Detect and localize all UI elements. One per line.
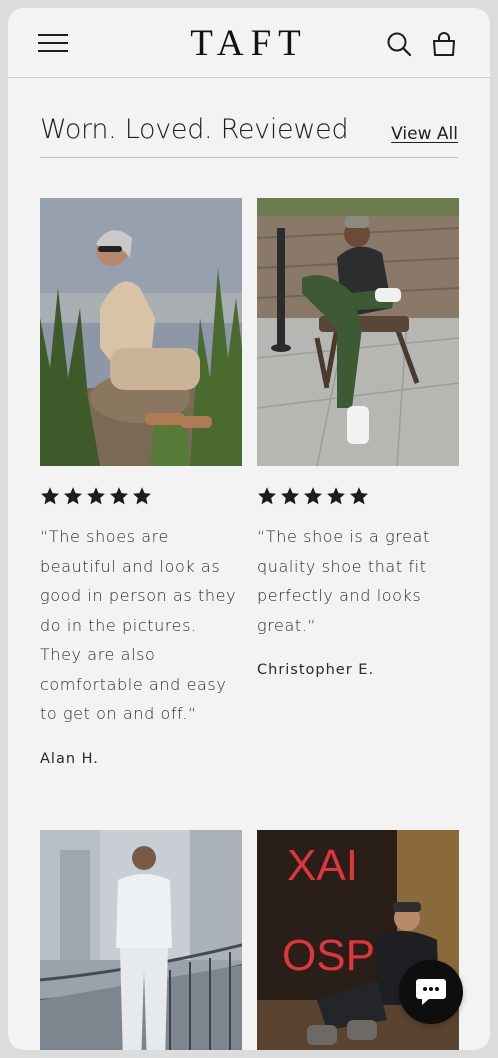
review-photo[interactable] bbox=[40, 198, 242, 466]
review-photo[interactable] bbox=[257, 198, 459, 466]
shopping-bag-icon[interactable] bbox=[430, 30, 458, 58]
review-card: “The shoes are beautiful and look as goo… bbox=[40, 198, 242, 767]
review-quote: “The shoes are beautiful and look as goo… bbox=[40, 527, 237, 723]
svg-text:XAI: XAI bbox=[287, 841, 358, 890]
search-icon[interactable] bbox=[385, 30, 413, 58]
reviews-section-header: Worn. Loved. Reviewed View All bbox=[40, 112, 458, 158]
review-card bbox=[40, 830, 242, 1050]
star-rating bbox=[257, 486, 459, 506]
site-header: TAFT bbox=[8, 8, 490, 78]
section-title: Worn. Loved. Reviewed bbox=[40, 114, 349, 145]
review-author: Christopher E. bbox=[257, 662, 375, 678]
star-rating bbox=[40, 486, 242, 506]
star-icon bbox=[258, 487, 276, 505]
star-icon bbox=[133, 487, 151, 505]
brand-logo[interactable]: TAFT bbox=[8, 22, 490, 65]
star-icon bbox=[41, 487, 59, 505]
star-icon bbox=[110, 487, 128, 505]
view-all-link[interactable]: View All bbox=[391, 124, 458, 144]
star-icon bbox=[64, 487, 82, 505]
review-quote: “The shoe is a great quality shoe that f… bbox=[257, 527, 430, 635]
star-icon bbox=[304, 487, 322, 505]
review-author: Alan H. bbox=[40, 750, 99, 767]
review-photo[interactable] bbox=[40, 830, 242, 1050]
app-frame: TAFT Worn. Loved. Reviewed View All “The… bbox=[8, 8, 490, 1050]
star-icon bbox=[281, 487, 299, 505]
chat-button[interactable] bbox=[399, 960, 463, 1024]
svg-text:OSP: OSP bbox=[282, 931, 375, 980]
star-icon bbox=[327, 487, 345, 505]
star-icon bbox=[87, 487, 105, 505]
chat-bubble-icon bbox=[416, 979, 446, 1005]
review-card: “The shoe is a great quality shoe that f… bbox=[257, 198, 459, 678]
star-icon bbox=[350, 487, 368, 505]
